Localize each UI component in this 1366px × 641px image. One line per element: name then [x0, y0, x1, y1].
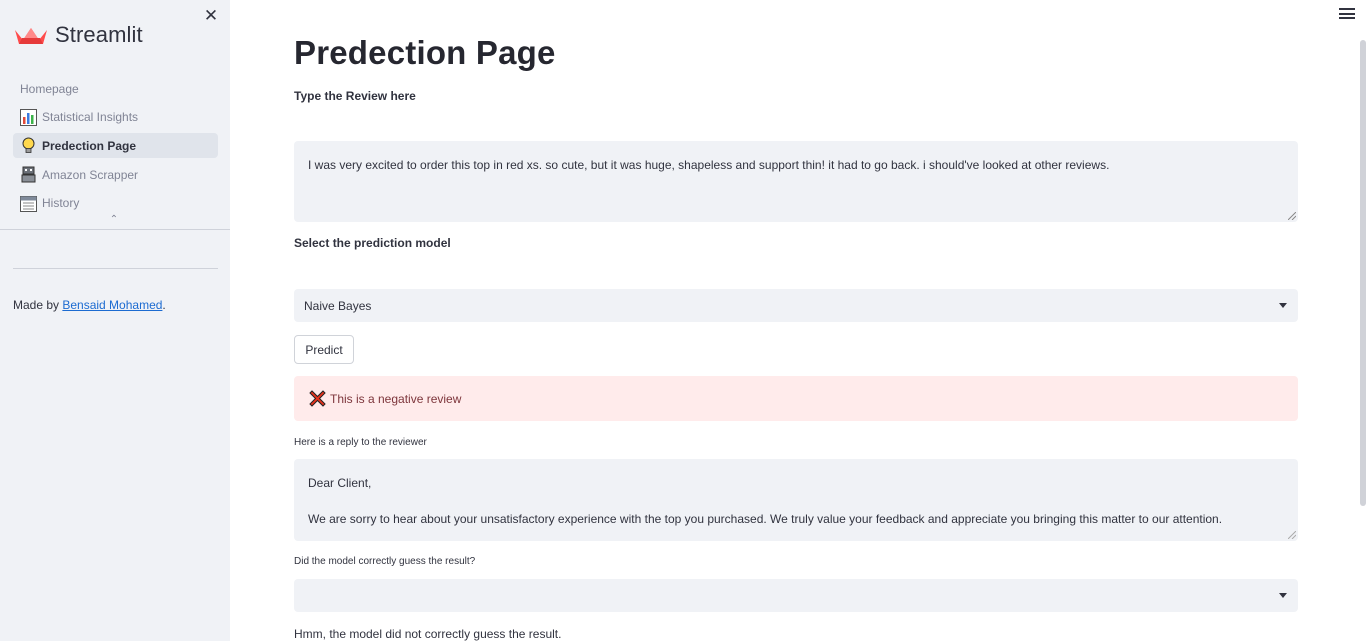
light-bulb-icon — [20, 137, 37, 154]
sidebar-item-homepage[interactable]: Homepage — [13, 76, 218, 101]
result-text: This is a negative review — [330, 391, 462, 406]
sidebar: Streamlit ✕ Homepage Statistical Insight… — [0, 0, 230, 641]
feedback-select[interactable] — [294, 579, 1298, 612]
sidebar-item-history[interactable]: History — [13, 191, 218, 216]
brand[interactable]: Streamlit — [14, 22, 143, 48]
predict-button[interactable]: Predict — [294, 335, 354, 364]
reply-line-2: We are sorry to hear about your unsatisf… — [308, 512, 1223, 526]
main-menu-icon[interactable] — [1339, 8, 1355, 22]
reply-label: Here is a reply to the reviewer — [294, 437, 427, 448]
chevron-down-icon — [1279, 303, 1287, 308]
page-title: Predection Page — [294, 34, 556, 71]
sidebar-nav: Homepage Statistical Insights Predection… — [13, 76, 218, 219]
resize-handle-icon[interactable] — [1288, 531, 1296, 539]
sidebar-item-predection-page[interactable]: Predection Page — [13, 133, 218, 159]
chevron-up-icon[interactable]: ⌃ — [108, 214, 120, 225]
cross-mark-icon — [309, 390, 326, 407]
robot-icon — [20, 166, 37, 183]
feedback-result-text: Hmm, the model did not correctly guess t… — [294, 627, 562, 641]
made-by-suffix: . — [162, 298, 166, 312]
sidebar-divider — [13, 268, 218, 269]
streamlit-logo-icon — [15, 28, 47, 44]
review-label: Type the Review here — [294, 89, 416, 103]
resize-handle-icon[interactable] — [1288, 212, 1296, 220]
reply-textarea[interactable]: Dear Client, We are sorry to hear about … — [294, 459, 1298, 541]
reply-blank-line — [308, 492, 1284, 510]
brand-name: Streamlit — [55, 22, 143, 47]
model-select-value: Naive Bayes — [304, 298, 372, 313]
chevron-down-icon — [1279, 593, 1287, 598]
sidebar-item-label: Amazon Scrapper — [42, 167, 139, 182]
calendar-icon — [20, 195, 37, 212]
sidebar-item-label: Statistical Insights — [42, 110, 139, 125]
review-text: I was very excited to order this top in … — [308, 158, 1110, 172]
sidebar-item-statistical-insights[interactable]: Statistical Insights — [13, 105, 218, 130]
made-by-prefix: Made by — [13, 298, 63, 312]
author-link[interactable]: Bensaid Mohamed — [62, 298, 162, 312]
model-select[interactable]: Naive Bayes — [294, 289, 1298, 322]
feedback-label: Did the model correctly guess the result… — [294, 556, 476, 567]
reply-line-1: Dear Client, — [308, 476, 372, 490]
sidebar-item-label: Predection Page — [42, 138, 137, 153]
nav-divider — [0, 229, 230, 230]
result-alert: This is a negative review — [294, 376, 1298, 421]
close-sidebar-icon[interactable]: ✕ — [202, 6, 220, 26]
scrollbar[interactable] — [1360, 40, 1366, 506]
model-label: Select the prediction model — [294, 236, 451, 250]
sidebar-item-label: Homepage — [20, 81, 79, 96]
sidebar-item-amazon-scrapper[interactable]: Amazon Scrapper — [13, 162, 218, 187]
sidebar-item-label: History — [42, 196, 80, 211]
review-textarea[interactable]: I was very excited to order this top in … — [294, 141, 1298, 222]
made-by-text: Made by Bensaid Mohamed. — [13, 298, 166, 312]
bar-chart-icon — [20, 108, 37, 126]
